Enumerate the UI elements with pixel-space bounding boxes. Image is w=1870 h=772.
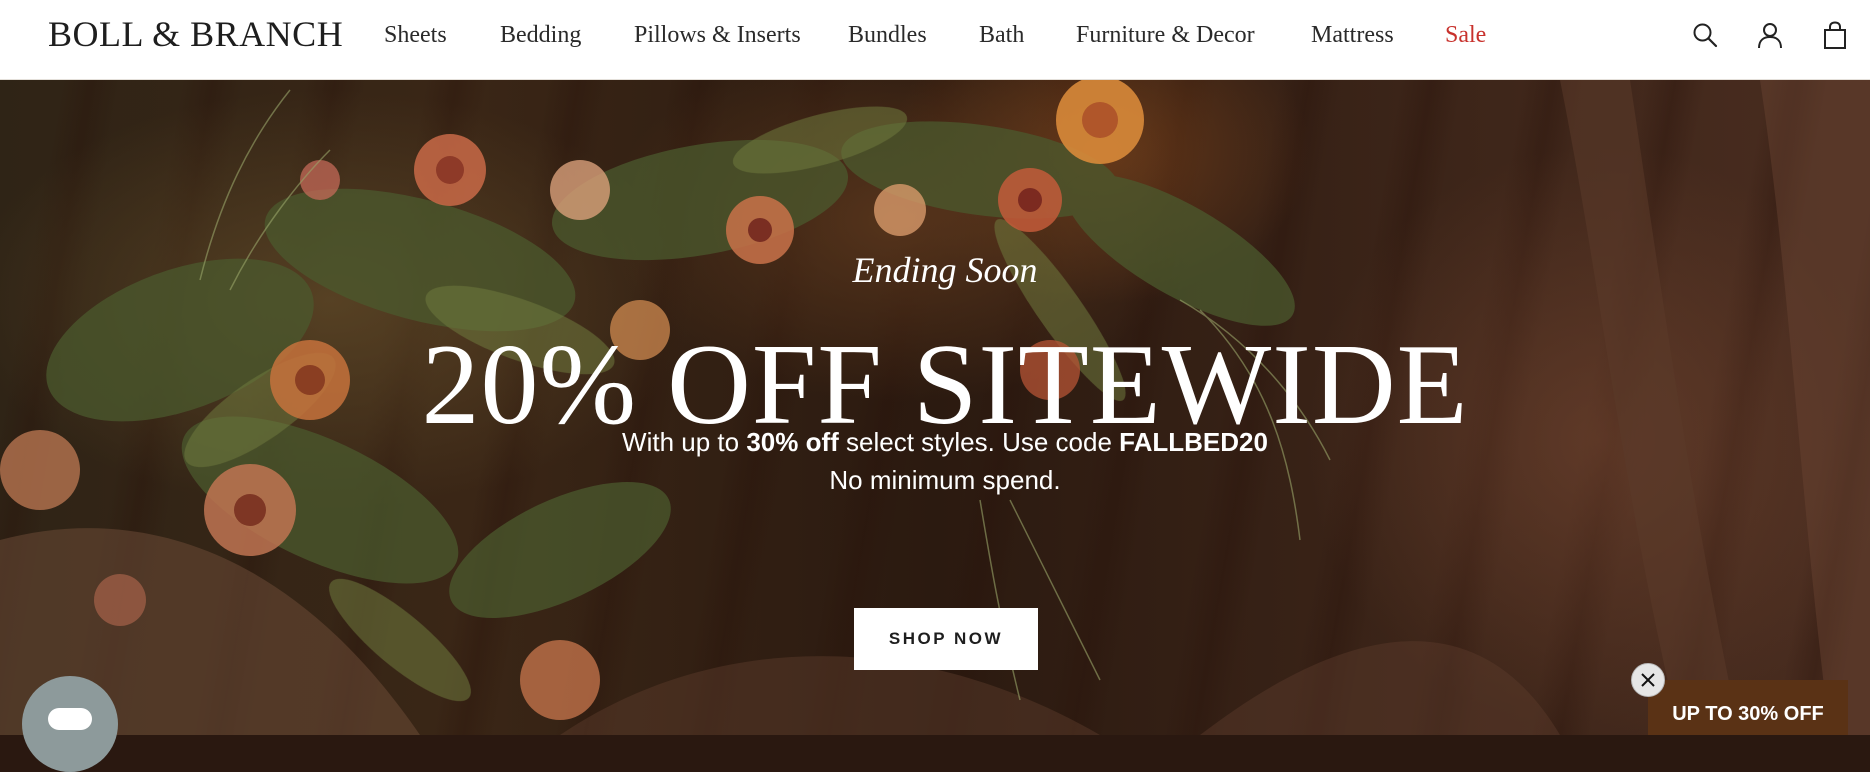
promo-close-button[interactable]	[1631, 663, 1665, 697]
close-icon	[1641, 673, 1655, 687]
hero-content: Ending Soon 20% OFF SITEWIDE With up to …	[0, 80, 1870, 735]
nav-mattress[interactable]: Mattress	[1311, 20, 1394, 50]
promo-code: FALLBED20	[1119, 427, 1268, 457]
nav-sheets[interactable]: Sheets	[384, 20, 447, 50]
hero-subtext-discount: 30% off	[746, 427, 839, 457]
hero-subtext-part: select styles. Use code	[838, 427, 1120, 457]
promo-tab[interactable]: UP TO 30% OFF	[1648, 680, 1848, 735]
chat-widget-button[interactable]	[22, 676, 118, 772]
account-icon[interactable]	[1755, 20, 1785, 50]
hero-subtext-part: With up to	[622, 427, 747, 457]
nav-furniture-decor[interactable]: Furniture & Decor	[1076, 20, 1255, 50]
nav-pillows-inserts[interactable]: Pillows & Inserts	[634, 20, 801, 50]
hero-eyebrow: Ending Soon	[852, 250, 1038, 290]
hero-subtext-line1: With up to 30% off select styles. Use co…	[0, 424, 1870, 460]
shop-now-button[interactable]: SHOP NOW	[854, 608, 1038, 670]
nav-sale[interactable]: Sale	[1445, 20, 1486, 50]
nav-bundles[interactable]: Bundles	[848, 20, 927, 50]
bag-icon[interactable]	[1820, 20, 1850, 50]
search-icon[interactable]	[1690, 20, 1720, 50]
chat-icon	[48, 708, 92, 730]
site-header: BOLL & BRANCH Sheets Bedding Pillows & I…	[0, 0, 1870, 80]
nav-bedding[interactable]: Bedding	[500, 20, 581, 50]
hero-banner: Ending Soon 20% OFF SITEWIDE With up to …	[0, 80, 1870, 735]
brand-logo[interactable]: BOLL & BRANCH	[48, 14, 343, 54]
nav-bath[interactable]: Bath	[979, 20, 1024, 50]
hero-subtext-line2: No minimum spend.	[829, 465, 1061, 495]
